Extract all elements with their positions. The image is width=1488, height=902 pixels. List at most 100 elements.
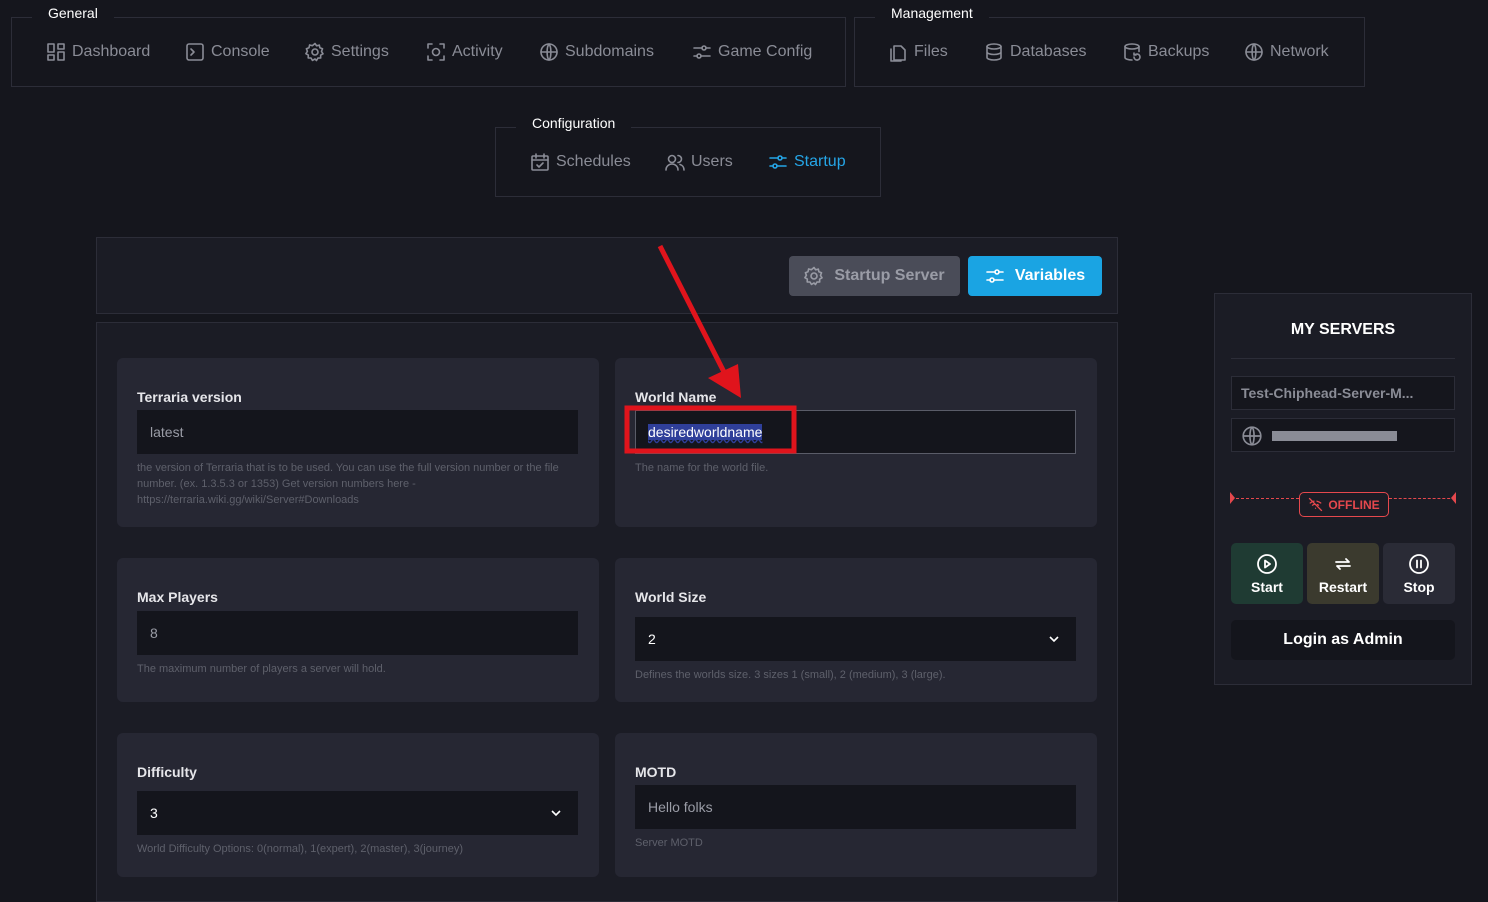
- sliders-icon: [693, 45, 711, 59]
- nav-item-backups[interactable]: Backups: [1122, 42, 1209, 62]
- restart-button[interactable]: Restart: [1307, 543, 1379, 604]
- pause-icon: [1409, 553, 1429, 574]
- variable-label: World Size: [635, 589, 707, 605]
- world-name-input[interactable]: desiredworldname: [635, 410, 1076, 454]
- divider: [1231, 358, 1455, 359]
- nav-item-schedules[interactable]: Schedules: [530, 152, 631, 172]
- nav-item-console[interactable]: Console: [185, 42, 270, 62]
- difficulty-selected-value: 3: [150, 805, 158, 821]
- my-servers-panel: MY SERVERS Test-Chiphead-Server-M... OFF…: [1214, 293, 1472, 685]
- start-button[interactable]: Start: [1231, 543, 1303, 604]
- nav-item-users-label: Users: [691, 153, 733, 170]
- nav-item-schedules-label: Schedules: [556, 153, 631, 170]
- nav-item-game-config[interactable]: Game Config: [692, 42, 812, 62]
- nav-item-network-label: Network: [1270, 43, 1329, 60]
- login-as-admin-button[interactable]: Login as Admin: [1231, 620, 1455, 660]
- console-icon: [186, 43, 204, 61]
- nav-item-backups-label: Backups: [1148, 43, 1210, 60]
- nav-item-subdomains-label: Subdomains: [565, 43, 654, 60]
- stop-button[interactable]: Stop: [1383, 543, 1455, 604]
- server-selector[interactable]: Test-Chiphead-Server-M...: [1231, 376, 1455, 410]
- variable-help: Defines the worlds size. 3 sizes 1 (smal…: [635, 669, 946, 681]
- nav-item-console-label: Console: [211, 43, 270, 60]
- nav-group-general: General Dashboard Console Settings Activ…: [11, 1, 846, 87]
- start-button-label: Start: [1251, 578, 1283, 595]
- variable-label: Max Players: [137, 589, 218, 605]
- nav-item-databases-label: Databases: [1010, 43, 1087, 60]
- nav-item-settings-label: Settings: [331, 43, 389, 60]
- nav-item-activity-label: Activity: [452, 43, 503, 60]
- nav-item-startup[interactable]: Startup: [768, 152, 846, 172]
- chevron-down-icon: [1049, 636, 1059, 643]
- nav-group-management-title: Management: [875, 1, 989, 27]
- calendar-icon: [531, 153, 549, 171]
- variable-help: World Difficulty Options: 0(normal), 1(e…: [137, 843, 464, 855]
- variable-label: Difficulty: [137, 764, 197, 780]
- gear-icon: [305, 42, 324, 62]
- globe-icon: [1242, 426, 1262, 446]
- variable-label: MOTD: [635, 764, 677, 780]
- sliders-icon: [769, 155, 787, 169]
- redacted-address-bar: [1272, 431, 1397, 441]
- nav-item-game-config-label: Game Config: [718, 43, 813, 60]
- variables-button-label: Variables: [1014, 267, 1086, 284]
- nav-item-dashboard-label: Dashboard: [72, 43, 151, 60]
- startup-server-button-label: Startup Server: [834, 267, 945, 284]
- variable-label: Terraria version: [137, 389, 242, 405]
- dashboard-icon: [47, 43, 65, 61]
- nav-item-activity[interactable]: Activity: [426, 42, 503, 62]
- nav-item-files[interactable]: Files: [888, 42, 948, 62]
- max-players-input[interactable]: 8: [137, 611, 578, 655]
- world-size-selected-value: 2: [648, 631, 656, 647]
- nav-group-configuration: Configuration Schedules Users Startup: [495, 111, 881, 197]
- nav-item-settings[interactable]: Settings: [305, 42, 389, 62]
- nav-item-network[interactable]: Network: [1244, 42, 1329, 62]
- variable-card-terraria-version: Terraria version latest the version of T…: [117, 358, 599, 527]
- status-line-left: [1231, 498, 1299, 499]
- variable-help: Server MOTD: [635, 837, 703, 849]
- variable-label: World Name: [635, 389, 717, 405]
- restart-icon: [1335, 557, 1351, 570]
- world-name-selected-text: desiredworldname: [648, 424, 763, 440]
- users-icon: [665, 154, 685, 171]
- difficulty-select[interactable]: 3: [137, 791, 578, 835]
- nav-group-management: Management Files Databases Backups Netwo…: [854, 1, 1365, 87]
- variables-panel: Terraria version latest the version of T…: [96, 322, 1118, 902]
- sliders-icon: [986, 269, 1004, 283]
- status-badge: OFFLINE: [1299, 492, 1389, 517]
- stop-button-label: Stop: [1403, 578, 1435, 595]
- restart-button-label: Restart: [1318, 578, 1368, 595]
- status-line-cap-right: [1451, 492, 1456, 504]
- motd-input[interactable]: Hello folks: [635, 785, 1076, 829]
- nav-item-users[interactable]: Users: [665, 152, 733, 172]
- variable-help: The name for the world file.: [635, 462, 769, 474]
- variable-card-motd: MOTD Hello folks Server MOTD: [615, 733, 1097, 877]
- nav-item-dashboard[interactable]: Dashboard: [46, 42, 150, 62]
- status-badge-label: OFFLINE: [1328, 497, 1380, 512]
- variable-help: the version of Terraria that is to be us…: [137, 462, 559, 506]
- nav-item-files-label: Files: [914, 43, 948, 60]
- my-servers-title: MY SERVERS: [1290, 321, 1396, 338]
- nav-item-subdomains[interactable]: Subdomains: [539, 42, 654, 62]
- backup-icon: [1124, 43, 1141, 61]
- wifi-off-icon: [1309, 497, 1323, 512]
- server-address-field: [1231, 418, 1455, 452]
- globe-icon: [540, 43, 558, 61]
- activity-icon: [427, 43, 445, 61]
- variable-card-max-players: Max Players 8 The maximum number of play…: [117, 558, 599, 702]
- play-icon: [1257, 553, 1277, 574]
- nav-item-startup-label: Startup: [794, 153, 846, 170]
- chevron-down-icon: [551, 810, 561, 817]
- startup-server-button[interactable]: Startup Server: [789, 256, 960, 296]
- nav-item-databases[interactable]: Databases: [984, 42, 1087, 62]
- variable-card-world-size: World Size 2 Defines the worlds size. 3 …: [615, 558, 1097, 702]
- terraria-version-input[interactable]: latest: [137, 410, 578, 454]
- world-size-select[interactable]: 2: [635, 617, 1076, 661]
- variables-button[interactable]: Variables: [968, 256, 1102, 296]
- nav-group-configuration-title: Configuration: [516, 111, 632, 137]
- variable-card-world-name: World Name desiredworldname The name for…: [615, 358, 1097, 527]
- gear-icon: [804, 266, 824, 286]
- globe-icon: [1245, 43, 1263, 61]
- variable-help: The maximum number of players a server w…: [137, 663, 386, 675]
- variable-card-difficulty: Difficulty 3 World Difficulty Options: 0…: [117, 733, 599, 877]
